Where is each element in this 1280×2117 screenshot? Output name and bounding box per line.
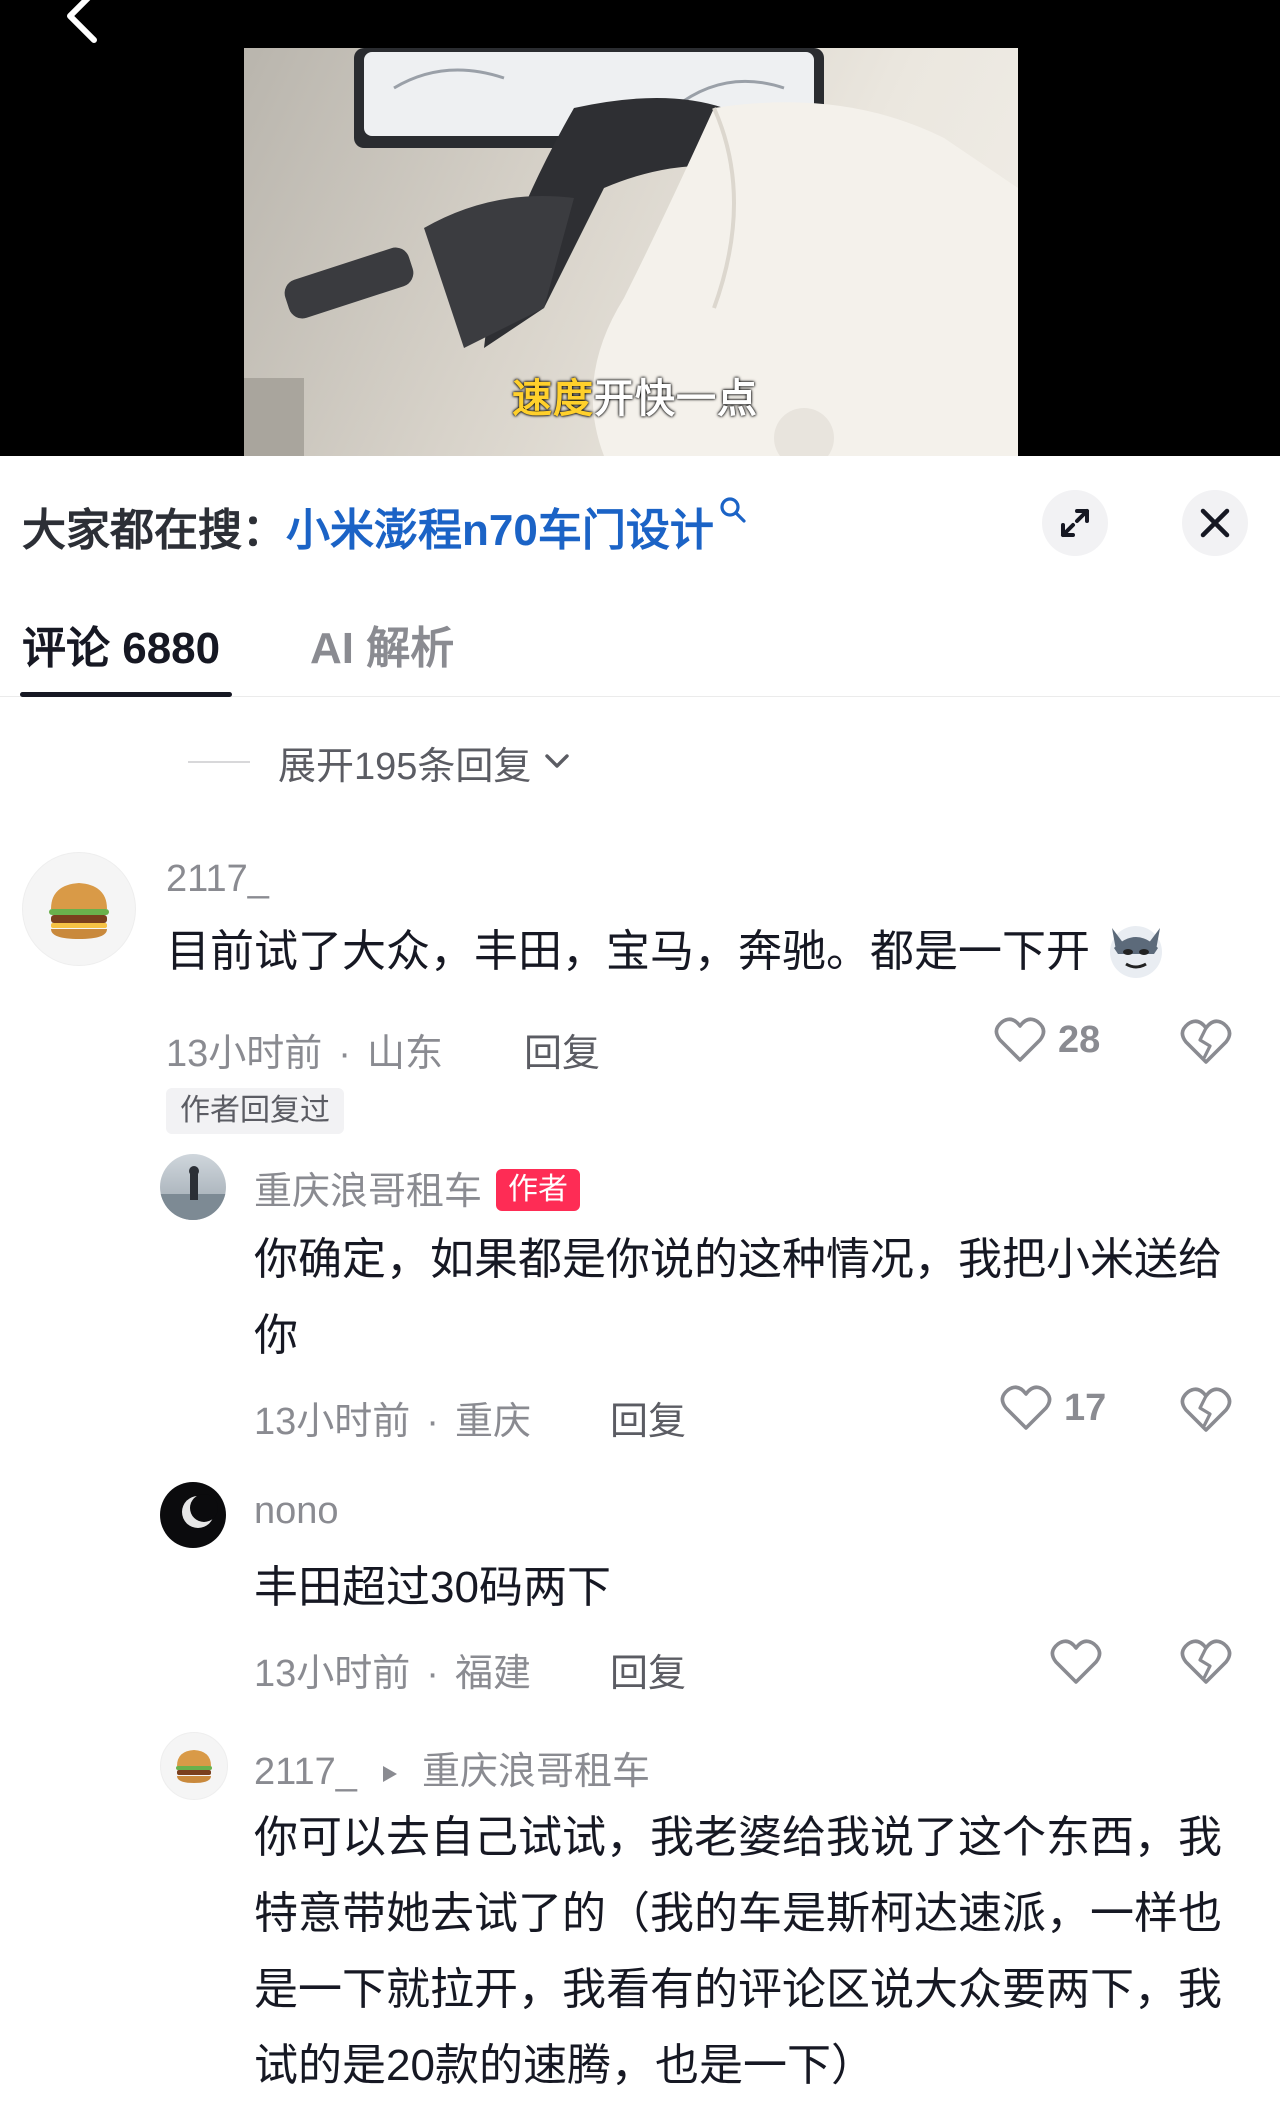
expand-icon <box>1061 509 1089 537</box>
avatar[interactable] <box>22 852 136 966</box>
avatar[interactable] <box>160 1482 226 1548</box>
meta-separator: · <box>426 1653 439 1695</box>
reply-username[interactable]: nono <box>254 1490 339 1533</box>
tab-comments[interactable]: 评论 6880 <box>22 606 220 692</box>
reply-location: 重庆 <box>454 1401 531 1443</box>
author-replied-tag: 作者回复过 <box>166 1088 344 1134</box>
video-subtitle: 速度开快一点 <box>512 366 758 424</box>
broken-heart-icon <box>1180 1387 1232 1432</box>
reply-button[interactable]: 回复 <box>610 1642 686 1697</box>
reply-to-username[interactable]: 重庆浪哥租车 <box>422 1751 650 1793</box>
reply-location: 福建 <box>454 1653 531 1695</box>
active-tab-indicator <box>20 692 232 697</box>
video-frame: 速度开快一点 <box>244 48 1018 456</box>
back-arrow-icon <box>67 0 97 43</box>
dislike-button[interactable] <box>1180 1386 1232 1439</box>
close-icon <box>1200 508 1230 538</box>
like-button[interactable]: 17 <box>1000 1384 1106 1432</box>
reply-time: 13小时前 <box>254 1401 411 1443</box>
emoji-dog-icon <box>1110 926 1163 979</box>
person-photo-icon <box>160 1166 226 1220</box>
heart-icon <box>1000 1385 1052 1430</box>
reply-button[interactable]: 回复 <box>610 1390 686 1445</box>
author-badge: 作者 <box>496 1168 581 1211</box>
trending-search[interactable]: 大家都在搜： 小米澎程n70车门设计 <box>22 496 748 556</box>
burger-avatar-icon <box>49 883 109 939</box>
reply-text: 丰田超过30码两下 <box>254 1563 611 1612</box>
broken-heart-icon <box>1180 1019 1232 1064</box>
like-button[interactable] <box>1050 1638 1102 1686</box>
tab-ai-analysis[interactable]: AI 解析 <box>310 606 454 692</box>
divider-line <box>188 761 250 763</box>
comment-meta-row: 13小时前 · 山东 <box>166 1022 443 1077</box>
tab-bar: 评论 6880 AI 解析 <box>0 606 1280 697</box>
meta-separator: · <box>338 1033 351 1075</box>
heart-icon <box>1050 1639 1102 1684</box>
expand-replies-label: 展开195条回复 <box>278 745 532 788</box>
like-button[interactable]: 28 <box>994 1016 1100 1064</box>
comment-text-content: 目前试了大众，丰田，宝马，奔驰。都是一下开 <box>166 927 1090 976</box>
subtitle-highlight: 速度 <box>512 377 594 421</box>
trending-search-query[interactable]: 小米澎程n70车门设计 <box>286 494 714 558</box>
reply-username[interactable]: 2117_ <box>254 1751 357 1793</box>
broken-heart-icon <box>1180 1639 1232 1684</box>
comment-username[interactable]: 2117_ <box>166 858 269 901</box>
avatar[interactable] <box>160 1732 228 1800</box>
close-button[interactable] <box>1182 490 1248 556</box>
reply-meta-row: 13小时前 · 福建 <box>254 1642 531 1697</box>
reply-meta-row: 13小时前 · 重庆 <box>254 1390 531 1445</box>
dislike-button[interactable] <box>1180 1638 1232 1691</box>
reply-text: 你可以去自己试试，我老婆给我说了这个东西，我特意带她去试了的（我的车是斯柯达速派… <box>254 1813 1222 2090</box>
meta-separator: · <box>426 1401 439 1443</box>
comment-time: 13小时前 <box>166 1033 323 1075</box>
subtitle-text: 开快一点 <box>594 377 758 421</box>
reply-username-text[interactable]: 重庆浪哥租车 <box>254 1171 482 1213</box>
trending-search-prefix: 大家都在搜： <box>22 506 286 555</box>
avatar[interactable] <box>160 1154 226 1220</box>
like-count: 17 <box>1064 1386 1107 1429</box>
back-button[interactable] <box>56 0 116 48</box>
expand-button[interactable] <box>1042 490 1108 556</box>
chevron-down-icon <box>545 754 570 768</box>
comment-location: 山东 <box>366 1033 443 1075</box>
reply-button[interactable]: 回复 <box>524 1022 600 1077</box>
play-triangle-icon <box>383 1765 398 1782</box>
reply-username-row: 2117_ 重庆浪哥租车 <box>254 1740 650 1795</box>
burger-avatar-icon <box>176 1750 212 1783</box>
reply-text: 你确定，如果都是你说的这种情况，我把小米送给你 <box>254 1235 1222 1360</box>
reply-username: 重庆浪哥租车 作者 <box>254 1160 581 1215</box>
dislike-button[interactable] <box>1180 1018 1232 1071</box>
video-player[interactable]: 速度开快一点 <box>0 0 1280 456</box>
like-count: 28 <box>1058 1018 1101 1061</box>
expand-replies-button[interactable]: 展开195条回复 <box>188 734 575 790</box>
heart-icon <box>994 1017 1046 1062</box>
reply-time: 13小时前 <box>254 1653 411 1695</box>
search-icon <box>720 497 746 523</box>
comment-text: 目前试了大众，丰田，宝马，奔驰。都是一下开 <box>166 914 1196 990</box>
moon-avatar-icon <box>182 1494 218 1528</box>
